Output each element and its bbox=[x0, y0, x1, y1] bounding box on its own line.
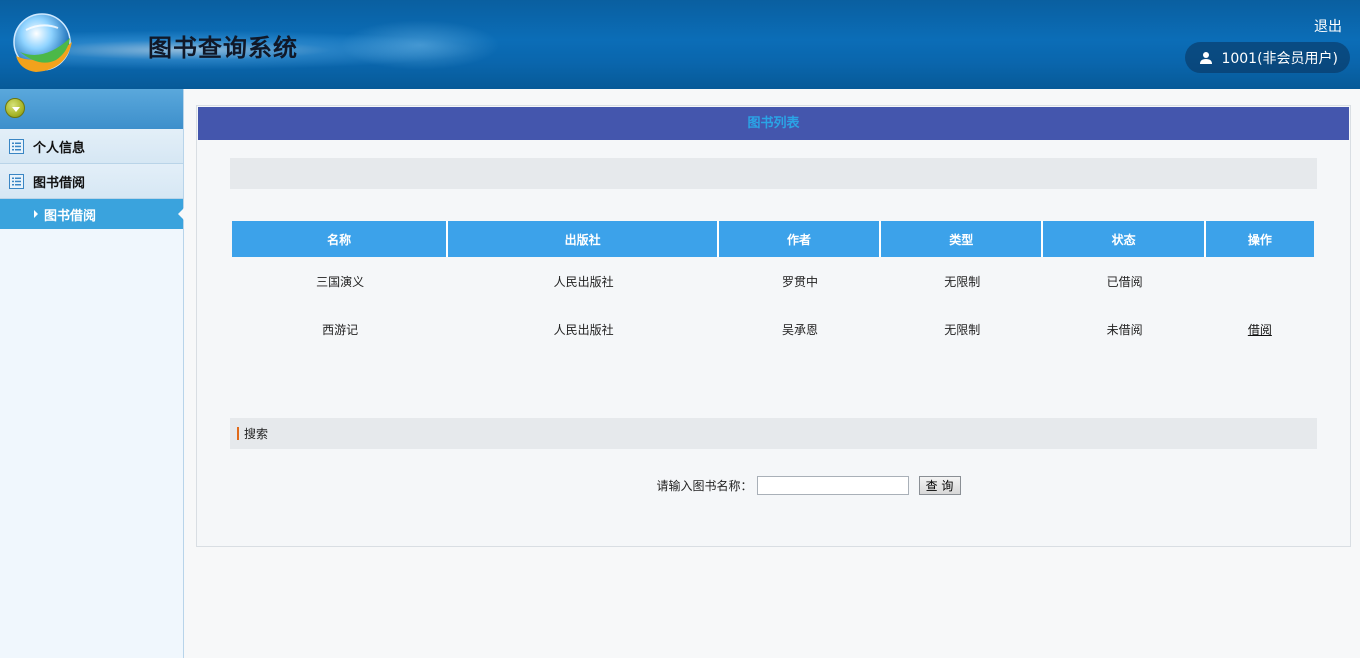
borrow-link[interactable]: 借阅 bbox=[1248, 323, 1272, 337]
search-section-label: 搜索 bbox=[244, 427, 269, 441]
column-header-action: 操作 bbox=[1205, 221, 1314, 257]
column-header-type: 类型 bbox=[881, 221, 1044, 257]
globe-logo-icon bbox=[13, 13, 72, 72]
cell-type: 无限制 bbox=[944, 274, 981, 289]
current-user-badge[interactable]: 1001(非会员用户) bbox=[1185, 42, 1350, 73]
cell-type: 无限制 bbox=[944, 322, 981, 337]
logout-link[interactable]: 退出 bbox=[1314, 16, 1342, 36]
panel-title: 图书列表 bbox=[198, 107, 1349, 140]
search-field-label: 请输入图书名称： bbox=[656, 479, 753, 493]
site-title: 图书查询系统 bbox=[148, 33, 298, 62]
cell-publisher: 人民出版社 bbox=[553, 274, 614, 289]
table-row: 三国演义 人民出版社 罗贯中 无限制 已借阅 bbox=[232, 257, 1314, 305]
header-glow-secondary bbox=[340, 20, 500, 70]
sidebar-item-book-borrow[interactable]: 图书借阅 bbox=[0, 164, 183, 199]
section-marker bbox=[237, 427, 239, 440]
list-icon bbox=[9, 173, 24, 189]
table-header-row: 名称 出版社 作者 类型 状态 操作 bbox=[232, 221, 1314, 257]
cell-status: 已借阅 bbox=[1106, 274, 1143, 289]
book-table: 名称 出版社 作者 类型 状态 操作 三国演义 人民出版社 罗贯中 无限制 已借… bbox=[232, 221, 1314, 353]
column-header-publisher: 出版社 bbox=[448, 221, 719, 257]
cell-author: 罗贯中 bbox=[781, 274, 818, 289]
toolbar-strip bbox=[230, 158, 1317, 189]
sidebar-subitem-label: 图书借阅 bbox=[44, 208, 97, 224]
sidebar-item-personal-info[interactable]: 个人信息 bbox=[0, 129, 183, 164]
list-icon bbox=[9, 138, 24, 154]
collapse-toggle-icon[interactable] bbox=[5, 98, 25, 118]
top-header: 图书查询系统 退出 1001(非会员用户) bbox=[0, 0, 1360, 89]
sidebar-subitem-book-borrow[interactable]: 图书借阅 bbox=[0, 199, 184, 229]
query-button[interactable]: 查 询 bbox=[918, 476, 961, 495]
sidebar: 个人信息 图书借阅 图书借阅 bbox=[0, 89, 184, 658]
current-user-label: 1001(非会员用户) bbox=[1221, 50, 1338, 67]
cell-action: 借阅 bbox=[1206, 305, 1314, 353]
sidebar-item-label: 个人信息 bbox=[33, 140, 86, 156]
column-header-status: 状态 bbox=[1043, 221, 1206, 257]
column-header-name: 名称 bbox=[232, 221, 449, 257]
cell-author: 吴承恩 bbox=[781, 322, 818, 337]
cell-action bbox=[1206, 257, 1314, 305]
cell-name: 西游记 bbox=[322, 322, 359, 337]
search-form: 请输入图书名称： 查 询 bbox=[197, 476, 1352, 495]
cell-name: 三国演义 bbox=[316, 274, 365, 289]
sidebar-item-label: 图书借阅 bbox=[33, 175, 86, 191]
book-name-input[interactable] bbox=[756, 476, 909, 495]
search-section-header: 搜索 bbox=[230, 418, 1317, 449]
sidebar-header bbox=[0, 89, 183, 129]
cell-status: 未借阅 bbox=[1106, 322, 1143, 337]
user-icon bbox=[1200, 51, 1213, 64]
book-list-panel: 图书列表 名称 出版社 作者 类型 状态 操作 三国演义 人民出版社 罗贯中 无… bbox=[196, 105, 1351, 547]
cell-publisher: 人民出版社 bbox=[553, 322, 614, 337]
table-row: 西游记 人民出版社 吴承恩 无限制 未借阅 借阅 bbox=[232, 305, 1314, 353]
column-header-author: 作者 bbox=[718, 221, 882, 257]
caret-right-icon bbox=[34, 210, 38, 218]
